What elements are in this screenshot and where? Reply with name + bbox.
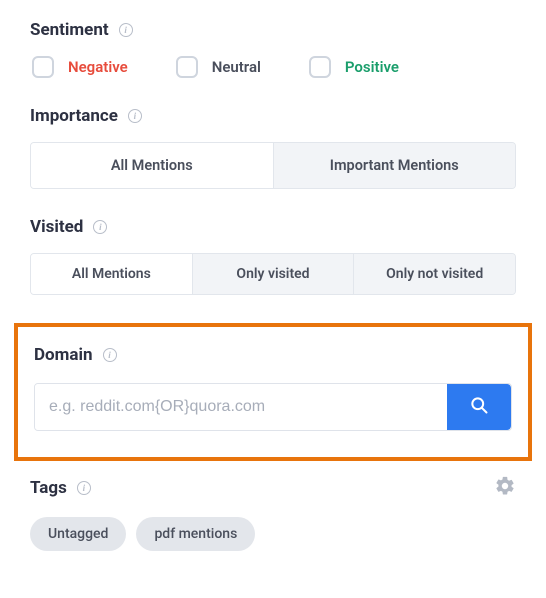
checkbox-box xyxy=(309,56,331,78)
sentiment-title: Sentiment xyxy=(30,20,109,40)
importance-header: Importance i xyxy=(30,106,516,126)
domain-title: Domain xyxy=(34,345,93,365)
checkbox-box xyxy=(176,56,198,78)
tags-title: Tags xyxy=(30,478,67,498)
sentiment-neutral-label: Neutral xyxy=(212,58,261,76)
info-icon[interactable]: i xyxy=(119,23,133,37)
importance-title: Importance xyxy=(30,106,118,126)
domain-input[interactable] xyxy=(35,384,447,430)
sentiment-positive-label: Positive xyxy=(345,58,399,76)
sentiment-section: Sentiment i Negative Neutral Positive xyxy=(30,20,516,78)
tag-chips: Untagged pdf mentions xyxy=(30,517,516,551)
tab-only-visited[interactable]: Only visited xyxy=(192,254,354,294)
domain-input-row xyxy=(34,383,512,431)
sentiment-negative-checkbox[interactable]: Negative xyxy=(32,56,128,78)
tags-header: Tags i xyxy=(30,475,516,501)
domain-search-button[interactable] xyxy=(447,384,511,430)
sentiment-negative-label: Negative xyxy=(68,58,128,76)
tab-all-mentions[interactable]: All Mentions xyxy=(31,143,273,188)
tab-only-not-visited[interactable]: Only not visited xyxy=(353,254,515,294)
tag-chip-pdf-mentions[interactable]: pdf mentions xyxy=(136,517,255,551)
info-icon[interactable]: i xyxy=(128,109,142,123)
search-icon xyxy=(469,395,489,419)
domain-header: Domain i xyxy=(34,345,512,365)
sentiment-neutral-checkbox[interactable]: Neutral xyxy=(176,56,261,78)
tab-important-mentions[interactable]: Important Mentions xyxy=(273,143,516,188)
importance-section: Importance i All Mentions Important Ment… xyxy=(30,106,516,189)
visited-section: Visited i All Mentions Only visited Only… xyxy=(30,217,516,295)
visited-header: Visited i xyxy=(30,217,516,237)
visited-title: Visited xyxy=(30,217,83,237)
importance-tabs: All Mentions Important Mentions xyxy=(30,142,516,189)
tab-visited-all[interactable]: All Mentions xyxy=(31,254,192,294)
visited-tabs: All Mentions Only visited Only not visit… xyxy=(30,253,516,295)
info-icon[interactable]: i xyxy=(93,220,107,234)
tags-section: Tags i Untagged pdf mentions xyxy=(30,475,516,551)
gear-icon[interactable] xyxy=(494,475,516,501)
info-icon[interactable]: i xyxy=(103,348,117,362)
info-icon[interactable]: i xyxy=(77,481,91,495)
tag-chip-untagged[interactable]: Untagged xyxy=(30,517,126,551)
sentiment-options: Negative Neutral Positive xyxy=(30,56,516,78)
checkbox-box xyxy=(32,56,54,78)
sentiment-positive-checkbox[interactable]: Positive xyxy=(309,56,399,78)
domain-section: Domain i xyxy=(14,323,532,461)
sentiment-header: Sentiment i xyxy=(30,20,516,40)
